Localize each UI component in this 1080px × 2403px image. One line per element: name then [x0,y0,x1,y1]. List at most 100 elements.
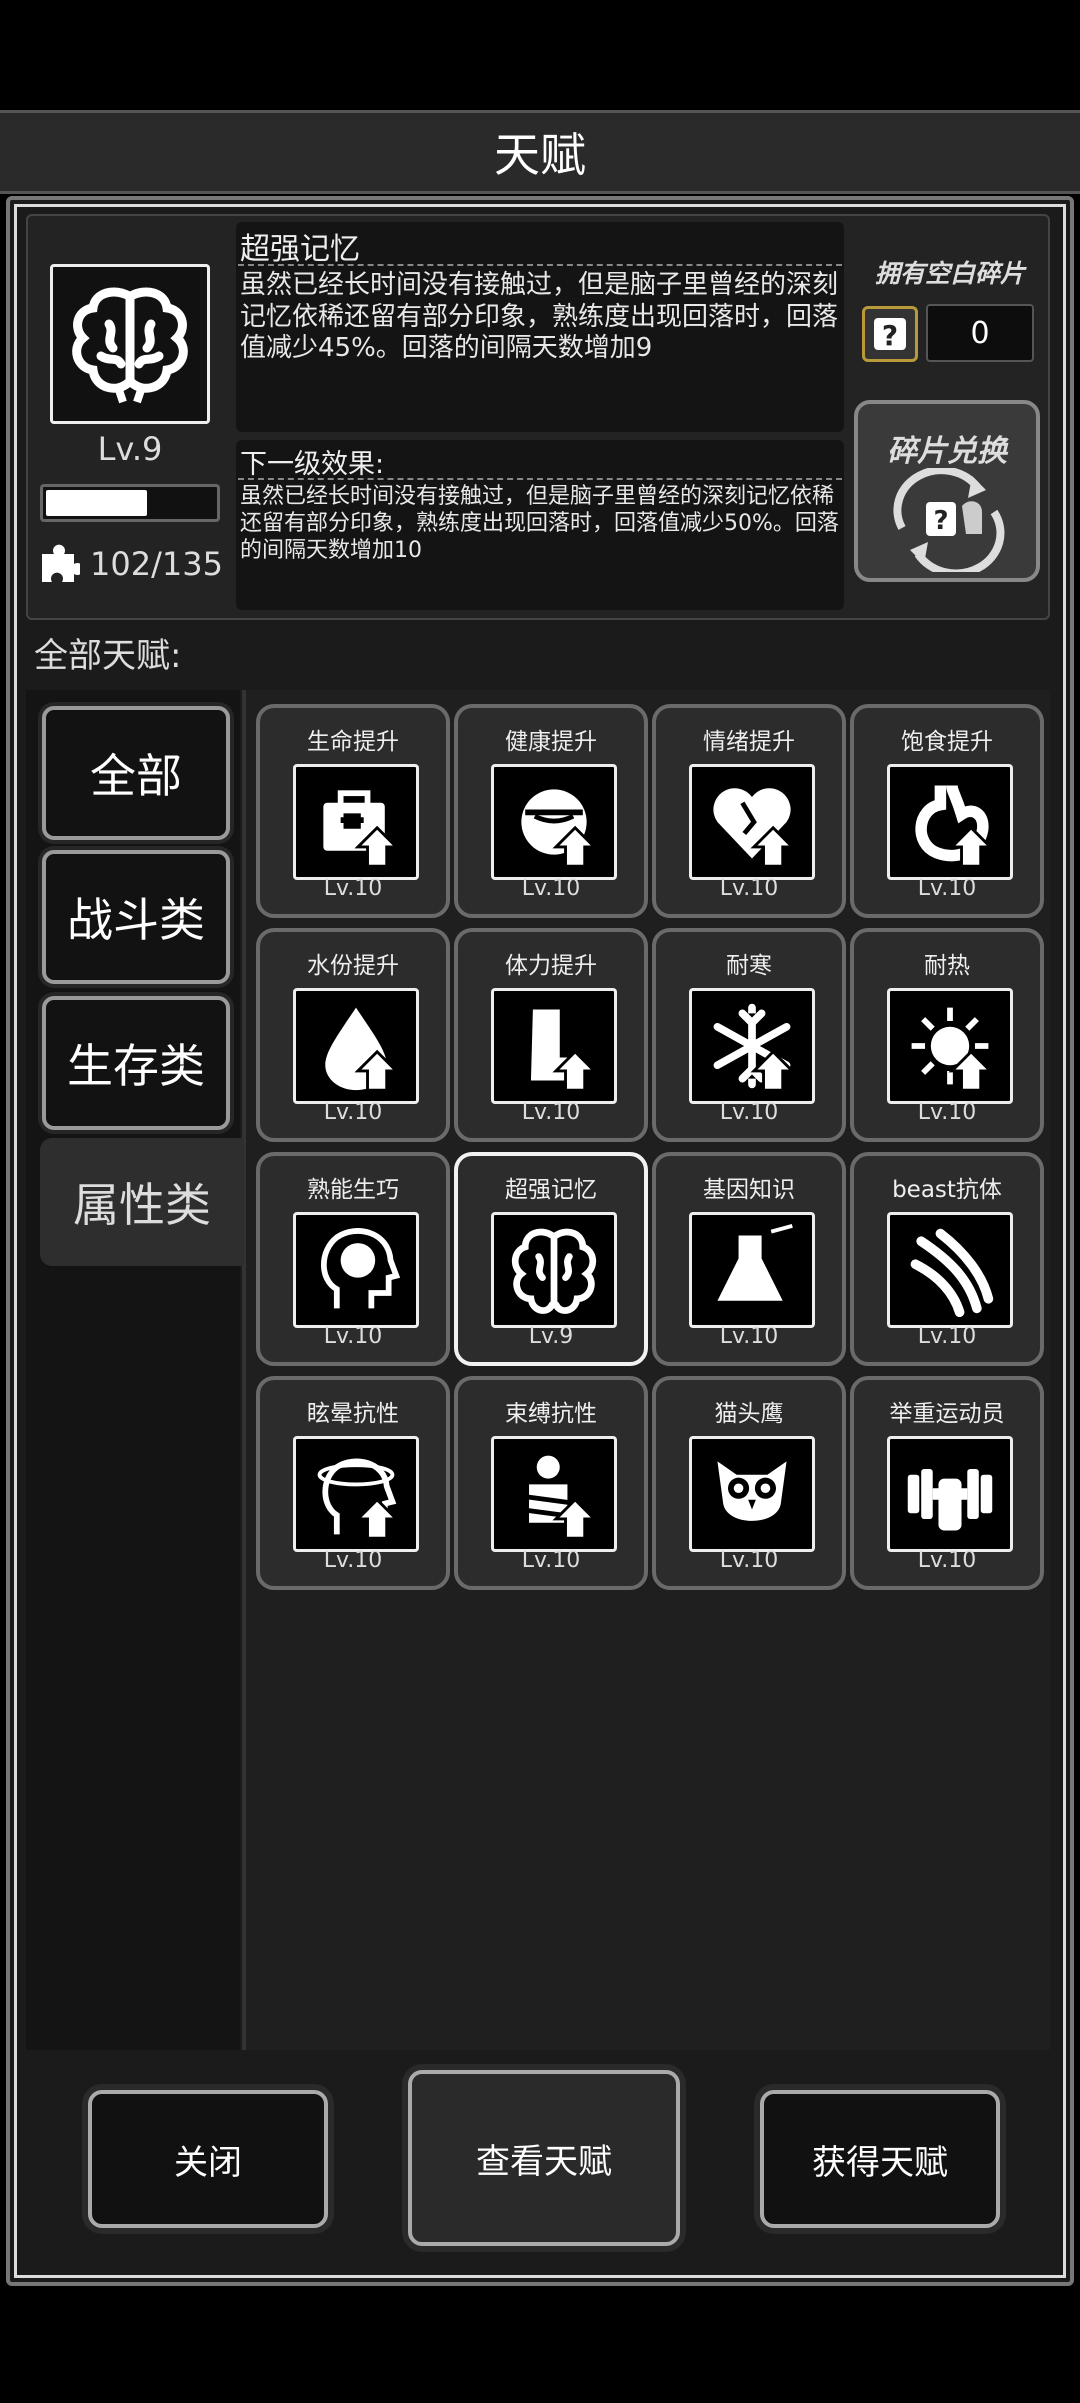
water-drop-up-icon [325,1007,400,1092]
talent-icon-frame [293,764,419,880]
talent-card[interactable]: beast抗体 Lv.10 [850,1152,1044,1366]
talent-name: 生命提升 [307,729,399,755]
bound-person-icon [519,1455,598,1540]
talent-level: Lv.9 [528,1324,574,1349]
category-label: 战斗类 [67,893,205,947]
talent-level: Lv.10 [917,876,977,901]
talent-level: Lv.10 [323,1548,383,1573]
talent-name: 超强记忆 [505,1177,597,1203]
claw-scratch-icon [910,1228,994,1318]
talent-level: Lv.10 [719,1548,779,1573]
all-talents-label: 全部天赋: [34,636,182,676]
talent-icon-frame [491,1212,617,1328]
talent-icon-frame [689,1212,815,1328]
talent-card[interactable]: 体力提升 Lv.10 [454,928,648,1142]
selected-skill-icon-frame [50,264,210,424]
talent-level: Lv.10 [521,876,581,901]
title-bar: 天赋 [0,110,1080,194]
exchange-label: 碎片兑换 [887,434,1007,469]
obtain-label: 获得天赋 [812,2142,948,2183]
exchange-cycle-icon: ? [893,468,1005,572]
talent-card[interactable]: 熟能生巧 Lv.10 [256,1152,450,1366]
talent-level: Lv.10 [917,1324,977,1349]
view-label: 查看天赋 [476,2141,612,2182]
talent-icon-frame [887,1212,1013,1328]
heart-up-icon [713,788,796,868]
svg-text:?: ? [933,506,948,536]
talent-card[interactable]: 饱食提升 Lv.10 [850,704,1044,918]
skill-name: 超强记忆 [240,232,360,267]
talent-name: 熟能生巧 [307,1177,399,1203]
talent-icon-frame [491,764,617,880]
selected-skill-level: Lv.9 [97,430,163,468]
talent-level: Lv.10 [521,1548,581,1573]
leg-up-icon [530,1009,598,1092]
talent-level: Lv.10 [719,876,779,901]
talent-name: 束缚抗性 [505,1401,597,1427]
talent-card[interactable]: 耐热 Lv.10 [850,928,1044,1142]
talent-card[interactable]: 眩晕抗性 Lv.10 [256,1376,450,1590]
fragment-counter: 102/135 [40,542,240,586]
close-button[interactable]: 关闭 [88,2090,328,2228]
talent-card[interactable]: 生命提升 Lv.10 [256,704,450,918]
skill-description: 虽然已经长时间没有接触过，但是脑子里曾经的深刻记忆依稀还留有部分印象，熟练度出现… [240,270,839,364]
blank-fragment-icon: ? [862,306,918,362]
talent-level: Lv.10 [719,1100,779,1125]
view-talents-button[interactable]: 查看天赋 [408,2070,680,2246]
fragment-exchange-button[interactable]: 碎片兑换 ? [854,400,1040,582]
dizzy-head-icon [317,1458,400,1540]
next-level-description: 虽然已经长时间没有接触过，但是脑子里曾经的深刻记忆依稀还留有部分印象，熟练度出现… [240,484,839,563]
next-level-box: 下一级效果: 虽然已经长时间没有接触过，但是脑子里曾经的深刻记忆依稀还留有部分印… [236,440,844,610]
category-survival[interactable]: 生存类 [42,996,230,1130]
close-label: 关闭 [174,2142,242,2183]
talent-card[interactable]: 超强记忆 Lv.9 [454,1152,648,1366]
talent-level: Lv.10 [323,1324,383,1349]
talent-icon-frame [689,988,815,1104]
talent-name: 健康提升 [505,729,597,755]
talent-icon-frame [491,988,617,1104]
talent-name: 饱食提升 [901,729,993,755]
talent-card[interactable]: 束缚抗性 Lv.10 [454,1376,648,1590]
fragment-count: 102/135 [90,545,223,583]
talent-name: 体力提升 [505,953,597,979]
talent-name: 基因知识 [703,1177,795,1203]
blank-fragments-label: 拥有空白碎片 [874,259,1025,288]
category-combat[interactable]: 战斗类 [42,850,230,984]
category-label: 属性类 [73,1178,211,1232]
flask-icon [717,1223,793,1301]
brain-icon [72,287,188,404]
skill-description-box: 超强记忆 虽然已经长时间没有接触过，但是脑子里曾经的深刻记忆依稀还留有部分印象，… [236,222,844,432]
talent-card[interactable]: 水份提升 Lv.10 [256,928,450,1142]
skill-progress-bar [40,484,220,522]
talent-level: Lv.10 [323,1100,383,1125]
category-label: 生存类 [67,1039,205,1093]
sun-up-icon [911,1007,994,1092]
talent-name: 耐寒 [726,953,772,979]
category-attributes[interactable]: 属性类 [40,1138,244,1266]
skill-progress-fill [46,490,147,516]
stomach-up-icon [915,785,994,868]
talent-card[interactable]: 耐寒 Lv.10 [652,928,846,1142]
talent-card[interactable]: 举重运动员 Lv.10 [850,1376,1044,1590]
talent-level: Lv.10 [719,1324,779,1349]
divider [238,264,842,266]
head-brain-icon [321,1228,401,1309]
talent-icon-frame [293,1436,419,1552]
talent-card[interactable]: 情绪提升 Lv.10 [652,704,846,918]
question-mark-icon: ? [874,318,906,352]
talent-card[interactable]: 基因知识 Lv.10 [652,1152,846,1366]
category-all[interactable]: 全部 [42,706,230,840]
talent-icon-frame [491,1436,617,1552]
talent-icon-frame [887,1436,1013,1552]
pill-up-icon [521,789,598,868]
talent-card[interactable]: 猫头鹰 Lv.10 [652,1376,846,1590]
talent-icon-frame [293,988,419,1104]
obtain-talent-button[interactable]: 获得天赋 [760,2090,1000,2228]
divider [238,478,842,480]
puzzle-piece-icon [42,544,80,582]
talent-icon-frame [689,764,815,880]
talent-level: Lv.10 [323,876,383,901]
talent-card[interactable]: 健康提升 Lv.10 [454,704,648,918]
dumbbell-icon [907,1469,993,1531]
talent-icon-frame [887,764,1013,880]
